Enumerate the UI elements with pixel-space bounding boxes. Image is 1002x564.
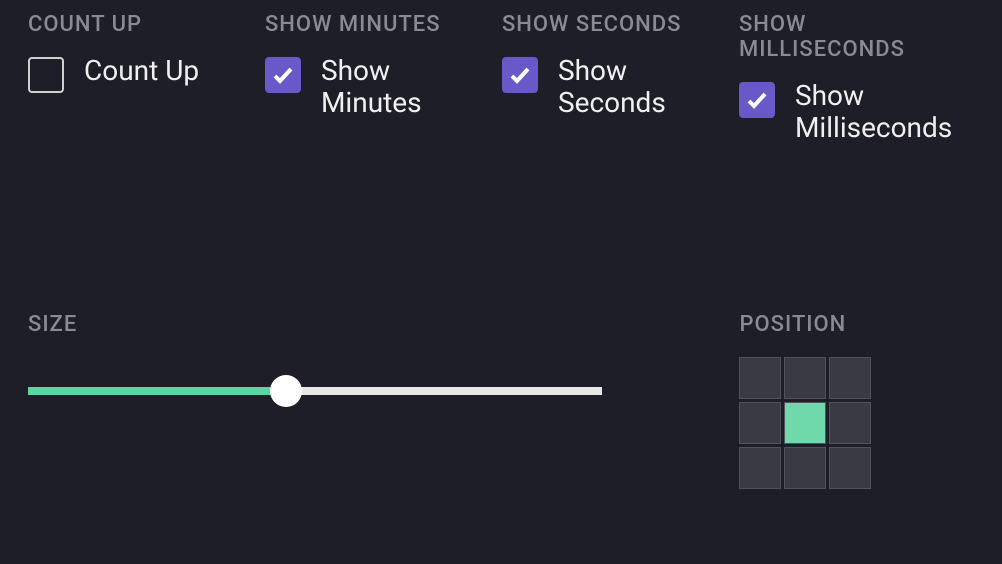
- position-cell-top-center[interactable]: [784, 357, 826, 399]
- show-seconds-heading: SHOW SECONDS: [502, 12, 739, 37]
- slider-thumb[interactable]: [270, 375, 302, 407]
- show-seconds-label: Show Seconds: [558, 55, 718, 119]
- position-grid: [739, 357, 974, 489]
- count-up-heading: COUNT UP: [28, 12, 265, 37]
- position-cell-middle-right[interactable]: [829, 402, 871, 444]
- size-group: SIZE: [28, 312, 739, 489]
- show-minutes-row: Show Minutes: [265, 55, 502, 119]
- check-icon: [271, 63, 295, 87]
- position-cell-top-left[interactable]: [739, 357, 781, 399]
- position-cell-middle-left[interactable]: [739, 402, 781, 444]
- show-milliseconds-heading: SHOW MILLISECONDS: [739, 12, 974, 62]
- position-cell-bottom-right[interactable]: [829, 447, 871, 489]
- position-heading: POSITION: [739, 312, 974, 337]
- show-minutes-heading: SHOW MINUTES: [265, 12, 502, 37]
- size-heading: SIZE: [28, 312, 739, 337]
- show-minutes-group: SHOW MINUTES Show Minutes: [265, 12, 502, 144]
- count-up-group: COUNT UP Count Up: [28, 12, 265, 144]
- show-seconds-row: Show Seconds: [502, 55, 739, 119]
- show-seconds-group: SHOW SECONDS Show Seconds: [502, 12, 739, 144]
- slider-fill: [28, 387, 286, 395]
- check-icon: [745, 88, 769, 112]
- position-cell-top-right[interactable]: [829, 357, 871, 399]
- show-milliseconds-row: Show Milliseconds: [739, 80, 974, 144]
- position-group: POSITION: [739, 312, 974, 489]
- count-up-checkbox[interactable]: [28, 57, 64, 93]
- show-milliseconds-group: SHOW MILLISECONDS Show Milliseconds: [739, 12, 974, 144]
- size-slider[interactable]: [28, 375, 602, 407]
- show-minutes-checkbox[interactable]: [265, 57, 301, 93]
- position-cell-bottom-left[interactable]: [739, 447, 781, 489]
- position-cell-bottom-center[interactable]: [784, 447, 826, 489]
- show-milliseconds-checkbox[interactable]: [739, 82, 775, 118]
- check-icon: [508, 63, 532, 87]
- show-milliseconds-label: Show Milliseconds: [795, 80, 955, 144]
- show-seconds-checkbox[interactable]: [502, 57, 538, 93]
- count-up-label: Count Up: [84, 55, 199, 87]
- show-minutes-label: Show Minutes: [321, 55, 481, 119]
- position-cell-middle-center[interactable]: [784, 402, 826, 444]
- count-up-row: Count Up: [28, 55, 265, 93]
